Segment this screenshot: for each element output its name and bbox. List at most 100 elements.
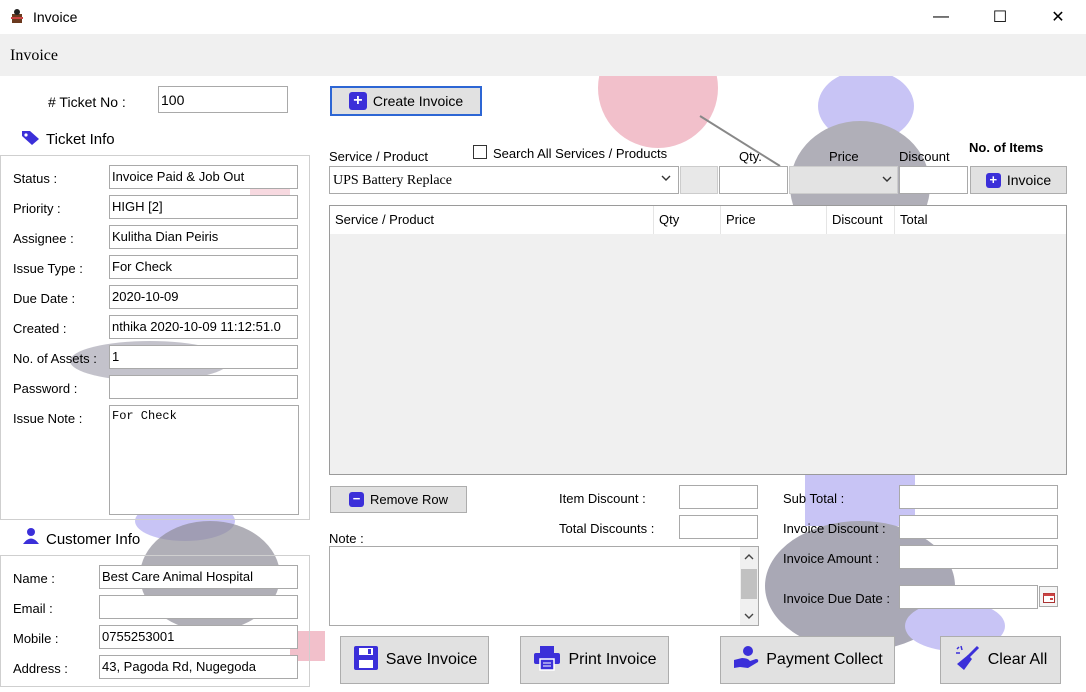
chevron-down-icon: [660, 172, 672, 187]
issue-type-field[interactable]: For Check: [109, 255, 298, 279]
add-plus-icon: +: [985, 172, 1001, 188]
discount-input[interactable]: [899, 166, 968, 194]
page-title: Invoice: [10, 47, 58, 64]
maximize-button[interactable]: ☐: [977, 0, 1023, 34]
payment-collect-button[interactable]: Payment Collect: [720, 636, 895, 684]
main-content: # Ticket No : 100 + Create Invoice Ticke…: [0, 76, 1086, 692]
search-all-checkbox[interactable]: [473, 145, 487, 159]
mobile-field[interactable]: 0755253001: [99, 625, 298, 649]
add-to-invoice-label: Invoice: [1006, 172, 1052, 188]
scroll-down-icon[interactable]: [743, 609, 755, 624]
calendar-icon: [1043, 591, 1055, 606]
clear-all-button[interactable]: Clear All: [940, 636, 1061, 684]
close-window-button[interactable]: ✕: [1035, 0, 1081, 34]
discount-label: Discount: [899, 149, 950, 164]
email-field[interactable]: [99, 595, 298, 619]
items-table[interactable]: Service / Product Qty Price Discount Tot…: [329, 205, 1067, 475]
plus-icon: +: [348, 92, 367, 110]
minus-icon: −: [348, 492, 364, 507]
create-invoice-button[interactable]: + Create Invoice: [330, 86, 482, 116]
header-bar: Invoice: [0, 34, 1086, 76]
tag-icon: [20, 128, 42, 149]
note-textarea[interactable]: [329, 546, 759, 626]
service-label: Service / Product: [329, 149, 428, 164]
priority-label: Priority :: [13, 201, 61, 216]
print-invoice-label: Print Invoice: [568, 651, 657, 668]
remove-row-button[interactable]: − Remove Row: [330, 486, 467, 513]
save-icon: [352, 644, 380, 677]
address-field[interactable]: 43, Pagoda Rd, Nugegoda: [99, 655, 298, 679]
invoice-amount-field[interactable]: [899, 545, 1058, 569]
note-label: Note :: [329, 531, 364, 546]
address-label: Address :: [13, 661, 68, 676]
add-to-invoice-button[interactable]: + Invoice: [970, 166, 1067, 194]
save-invoice-button[interactable]: Save Invoice: [340, 636, 489, 684]
title-bar: Invoice — ☐ ✕: [0, 0, 1086, 34]
invoice-discount-field[interactable]: [899, 515, 1058, 539]
printer-icon: [532, 644, 562, 677]
payment-hand-icon: [732, 645, 760, 676]
create-invoice-label: Create Invoice: [372, 93, 464, 109]
close-icon: ✕: [1051, 9, 1065, 26]
created-label: Created :: [13, 321, 67, 336]
search-all-label: Search All Services / Products: [493, 146, 668, 161]
service-code-field[interactable]: [680, 166, 718, 194]
invoice-due-date-field[interactable]: [899, 585, 1038, 609]
broom-icon: [954, 644, 982, 677]
issue-note-label: Issue Note :: [13, 411, 83, 426]
print-invoice-button[interactable]: Print Invoice: [520, 636, 669, 684]
minimize-button[interactable]: —: [918, 0, 964, 34]
clear-all-label: Clear All: [987, 651, 1048, 668]
ticket-info-heading: Ticket Info: [46, 131, 115, 148]
due-date-field[interactable]: 2020-10-09: [109, 285, 298, 309]
price-label: Price: [829, 149, 859, 164]
mobile-label: Mobile :: [13, 631, 59, 646]
created-field[interactable]: nthika 2020-10-09 11:12:51.0: [109, 315, 298, 339]
service-product-select[interactable]: UPS Battery Replace: [329, 166, 679, 194]
window-title: Invoice: [33, 9, 78, 25]
item-discount-label: Item Discount :: [559, 491, 646, 506]
issue-note-textarea[interactable]: For Check: [109, 405, 299, 515]
no-of-items-label: No. of Items: [969, 140, 1044, 155]
password-field[interactable]: [109, 375, 298, 399]
ticket-no-label: # Ticket No :: [48, 94, 126, 110]
issue-type-label: Issue Type :: [13, 261, 83, 276]
invoice-amount-label: Invoice Amount :: [783, 551, 880, 566]
priority-field[interactable]: HIGH [2]: [109, 195, 298, 219]
column-header-service[interactable]: Service / Product: [330, 206, 654, 234]
qty-input[interactable]: [719, 166, 788, 194]
assets-field[interactable]: 1: [109, 345, 298, 369]
status-field[interactable]: Invoice Paid & Job Out: [109, 165, 298, 189]
assignee-field[interactable]: Kulitha Dian Peiris: [109, 225, 298, 249]
app-icon: [9, 8, 25, 24]
scroll-up-icon[interactable]: [743, 550, 755, 565]
ticket-no-input[interactable]: 100: [158, 86, 288, 113]
payment-collect-label: Payment Collect: [766, 651, 883, 668]
total-discounts-label: Total Discounts :: [559, 521, 655, 536]
column-header-total[interactable]: Total: [895, 206, 1066, 234]
note-scrollbar[interactable]: [740, 547, 758, 625]
maximize-icon: ☐: [992, 9, 1008, 26]
column-header-price[interactable]: Price: [721, 206, 827, 234]
calendar-button[interactable]: [1039, 586, 1058, 607]
column-header-qty[interactable]: Qty: [654, 206, 721, 234]
minimize-icon: —: [933, 8, 949, 25]
password-label: Password :: [13, 381, 78, 396]
price-chevron-icon: [881, 173, 893, 188]
column-header-discount[interactable]: Discount: [827, 206, 895, 234]
price-select[interactable]: [789, 166, 898, 194]
due-date-label: Due Date :: [13, 291, 76, 306]
sub-total-field[interactable]: [899, 485, 1058, 509]
customer-info-heading: Customer Info: [46, 531, 141, 548]
total-discounts-field[interactable]: [679, 515, 758, 539]
scroll-thumb[interactable]: [741, 569, 757, 599]
item-discount-field[interactable]: [679, 485, 758, 509]
invoice-discount-label: Invoice Discount :: [783, 521, 886, 536]
invoice-due-date-label: Invoice Due Date :: [783, 591, 890, 606]
remove-row-label: Remove Row: [369, 492, 449, 507]
assets-label: No. of Assets :: [13, 351, 97, 366]
email-label: Email :: [13, 601, 53, 616]
qty-label: Qty.: [739, 149, 762, 164]
name-field[interactable]: Best Care Animal Hospital: [99, 565, 298, 589]
status-label: Status :: [13, 171, 58, 186]
